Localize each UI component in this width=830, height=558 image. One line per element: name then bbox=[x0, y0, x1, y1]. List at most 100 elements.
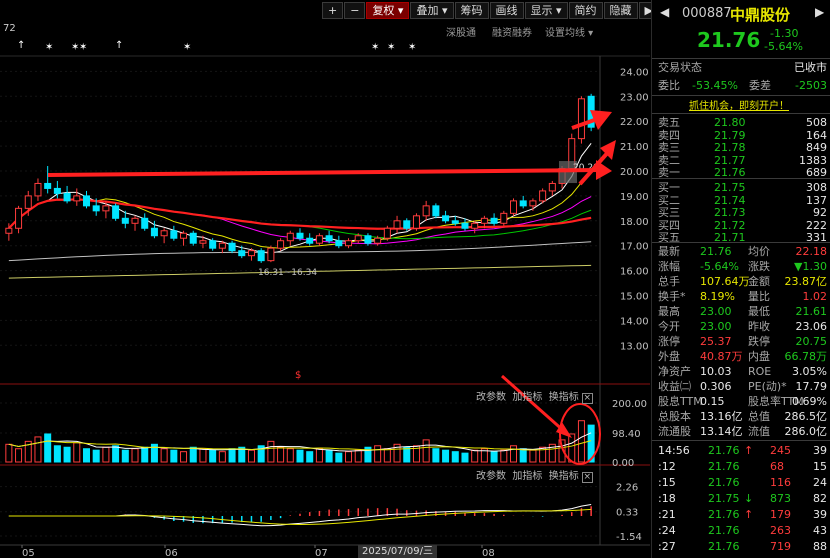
trade-status-row: 交易状态 已收市 bbox=[652, 60, 830, 76]
margin-trading-link[interactable]: 融资融券 bbox=[492, 24, 532, 39]
stats-row: 净资产 10.03 ROE 3.05% bbox=[652, 364, 830, 380]
deep-connect-link[interactable]: 深股通 bbox=[446, 24, 476, 39]
low-range-label: 16.31~16.34 bbox=[258, 268, 317, 278]
volume-bar bbox=[422, 439, 430, 463]
candle-down bbox=[306, 237, 314, 244]
volume-indicator-bar: 改参数 加指标 换指标 × bbox=[476, 388, 593, 404]
x-tick-label: 08 bbox=[482, 548, 495, 558]
simple-button[interactable]: 简约 bbox=[568, 2, 603, 19]
candle-up bbox=[345, 240, 353, 247]
nav-left-icon[interactable]: ◀ bbox=[660, 5, 669, 19]
tick-row: :21 21.76 ↑ 179 39 bbox=[652, 507, 830, 523]
add-indicator-button[interactable]: 加指标 bbox=[512, 392, 542, 403]
candle-down bbox=[53, 187, 61, 194]
hide-button[interactable]: 隐藏 bbox=[603, 2, 638, 19]
candle-down bbox=[325, 235, 333, 242]
candle-down bbox=[432, 205, 440, 217]
close-icon[interactable]: × bbox=[581, 393, 593, 404]
volume-bar bbox=[568, 433, 576, 463]
volume-bar bbox=[228, 448, 236, 463]
tick-count: 15 bbox=[813, 460, 827, 473]
arrow-up-icon: ↑ bbox=[17, 40, 26, 51]
weicha-label: 委差 bbox=[749, 79, 771, 92]
zoom-out-button[interactable]: − bbox=[344, 2, 366, 19]
ma-settings-link[interactable]: 设置均线 ▾ bbox=[545, 24, 593, 39]
event-marker-icon[interactable]: ✶ bbox=[371, 42, 379, 53]
stat-value: 8.19% bbox=[700, 290, 735, 303]
overlay-button[interactable]: 叠加 ▾ bbox=[410, 2, 454, 19]
candle-down bbox=[209, 240, 217, 249]
stat-value: 66.78万 bbox=[784, 350, 828, 363]
event-marker-icon[interactable]: ✶ bbox=[45, 42, 53, 53]
macd-tick-label: -1.54 bbox=[616, 532, 642, 543]
stat-label: 涨停 bbox=[658, 335, 680, 348]
switch-indicator-button[interactable]: 换指标 bbox=[549, 471, 579, 482]
display-button[interactable]: 显示 ▾ bbox=[524, 2, 568, 19]
tick-price: 21.75 bbox=[708, 492, 740, 505]
open-account-promo[interactable]: 抓住机会，即刻开户！ bbox=[689, 97, 789, 112]
candle-down bbox=[519, 200, 527, 207]
candle-down bbox=[461, 222, 469, 229]
price-tick-label: 16.00 bbox=[620, 267, 649, 278]
stat-value: 17.79 bbox=[795, 380, 828, 393]
chips-button[interactable]: 筹码 bbox=[454, 2, 489, 19]
nav-right-icon[interactable]: ▶ bbox=[815, 5, 824, 19]
event-marker-icon[interactable]: ✶ bbox=[387, 42, 395, 53]
stat-label: ROE bbox=[748, 365, 772, 378]
stat-value: 0.69% bbox=[792, 395, 827, 408]
stat-value: 22.18 bbox=[795, 245, 828, 258]
tick-price: 21.76 bbox=[708, 524, 740, 537]
volume-bar bbox=[141, 446, 149, 463]
stat-label: 换手* bbox=[658, 290, 686, 303]
event-marker-icon[interactable]: ✶ bbox=[79, 42, 87, 53]
fuquan-button[interactable]: 复权 ▾ bbox=[366, 2, 410, 19]
candle-up bbox=[102, 205, 110, 212]
volume-bar bbox=[325, 449, 333, 463]
candle-up bbox=[354, 235, 362, 242]
candle-up bbox=[393, 220, 401, 229]
weicha-value: -2503 bbox=[795, 79, 827, 92]
add-indicator-button[interactable]: 加指标 bbox=[512, 471, 542, 482]
stat-value: 286.0亿 bbox=[784, 425, 828, 438]
zoom-in-button[interactable]: + bbox=[322, 2, 344, 19]
stat-value: 25.37 bbox=[700, 335, 732, 348]
stat-label: PE(动)* bbox=[748, 380, 787, 393]
tick-time: 14:56 bbox=[658, 444, 690, 457]
candle-up bbox=[218, 242, 226, 249]
stat-value: 23.00 bbox=[700, 320, 732, 333]
candle-down bbox=[335, 240, 343, 247]
stat-label: 总股本 bbox=[658, 410, 691, 423]
volume-bar bbox=[374, 445, 382, 463]
switch-indicator-button[interactable]: 换指标 bbox=[549, 392, 579, 403]
tick-row: :15 21.76 116 24 bbox=[652, 475, 830, 491]
volume-bar bbox=[247, 449, 255, 463]
volume-bar bbox=[5, 443, 13, 463]
weibi-label: 委比 bbox=[658, 79, 680, 92]
price-tick-label: 14.00 bbox=[620, 316, 649, 327]
event-marker-icon[interactable]: ✶ bbox=[183, 42, 191, 53]
volume-tick-label: 200.00 bbox=[612, 399, 647, 410]
stat-label: 收益㈡ bbox=[658, 380, 691, 393]
candle-up bbox=[199, 240, 207, 244]
candle-up bbox=[5, 227, 13, 234]
event-marker-icon[interactable]: ✶ bbox=[408, 42, 416, 53]
draw-line-button[interactable]: 画线 bbox=[489, 2, 524, 19]
tick-price: 21.76 bbox=[708, 476, 740, 489]
candle-up bbox=[15, 207, 23, 229]
kline-chart-pane[interactable]: 24.00 23.00 22.00 21.00 20.00 19.00 18.00 17.00… bbox=[0, 0, 668, 558]
arrow-up-icon: ↑ bbox=[744, 444, 754, 457]
x-tick-label: 06 bbox=[165, 548, 178, 558]
volume-bar bbox=[199, 448, 207, 463]
arrow-up-icon: ↑ bbox=[115, 40, 124, 51]
candle-down bbox=[442, 215, 450, 222]
candle-up bbox=[383, 227, 391, 239]
change-params-button[interactable]: 改参数 bbox=[476, 471, 506, 482]
close-icon[interactable]: × bbox=[581, 472, 593, 483]
volume-bar bbox=[121, 449, 129, 463]
tick-time: :12 bbox=[658, 460, 676, 473]
change-params-button[interactable]: 改参数 bbox=[476, 392, 506, 403]
trade-status-value: 已收市 bbox=[794, 61, 827, 74]
dollar-marker-icon[interactable]: $ bbox=[295, 370, 301, 381]
stats-row: 最高 23.00 最低 21.61 bbox=[652, 304, 830, 320]
volume-bar bbox=[112, 445, 120, 463]
